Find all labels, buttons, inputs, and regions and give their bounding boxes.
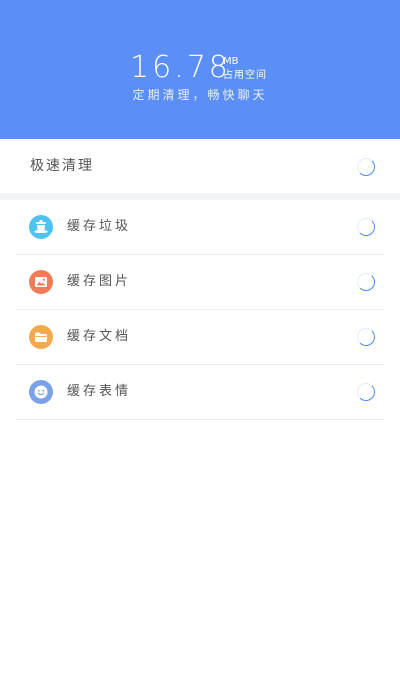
cache-item-images-label: 缓存图片 [67, 274, 132, 289]
quick-clean-loading-spinner-icon [357, 158, 375, 176]
cache-item-stickers-label: 缓存表情 [67, 384, 132, 399]
trash-can-icon [29, 215, 53, 239]
cache-list: 缓存垃圾 缓存图片 缓存文档 缓存表情 [0, 200, 400, 420]
junk-loading-spinner-icon [357, 218, 375, 236]
images-loading-spinner-icon [357, 273, 375, 291]
cache-item-documents-label: 缓存文档 [67, 329, 132, 344]
storage-size-unit: MB [223, 56, 239, 67]
documents-loading-spinner-icon [357, 328, 375, 346]
storage-size-label: 占用空间 [223, 70, 267, 81]
cache-item-documents[interactable]: 缓存文档 [0, 310, 400, 365]
cache-item-junk[interactable]: 缓存垃圾 [0, 200, 400, 255]
smiley-icon [29, 380, 53, 404]
quick-clean-label: 极速清理 [30, 158, 94, 174]
cache-item-stickers[interactable]: 缓存表情 [0, 365, 400, 420]
quick-clean-row[interactable]: 极速清理 [0, 139, 400, 193]
folder-icon [29, 325, 53, 349]
cache-item-images[interactable]: 缓存图片 [0, 255, 400, 310]
stickers-loading-spinner-icon [357, 383, 375, 401]
storage-header: 16.78 MB 占用空间 定期清理，畅快聊天 [0, 0, 400, 139]
image-icon [29, 270, 53, 294]
storage-size-value: 16.78 [130, 50, 231, 85]
header-slogan: 定期清理，畅快聊天 [132, 88, 268, 102]
section-divider [0, 193, 400, 200]
cache-item-junk-label: 缓存垃圾 [67, 219, 132, 234]
